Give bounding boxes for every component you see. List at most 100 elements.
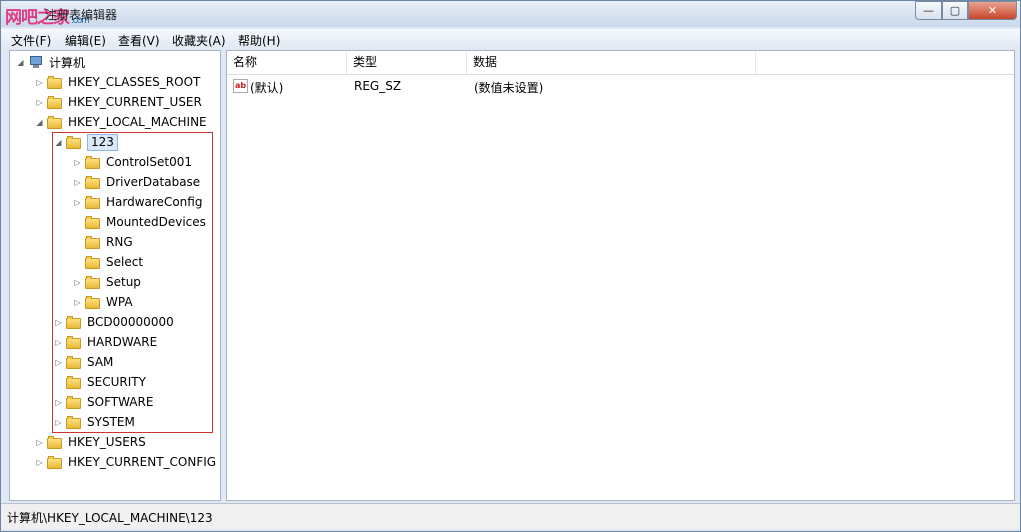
folder-icon [47, 115, 63, 129]
tree-label: Setup [106, 275, 141, 289]
tree-label: SECURITY [87, 375, 146, 389]
close-button[interactable]: ✕ [968, 1, 1017, 20]
tree-label: HKEY_CURRENT_CONFIG [68, 455, 217, 469]
tree-label: SYSTEM [87, 415, 135, 429]
folder-icon [85, 235, 101, 249]
tree-label: BCD00000000 [87, 315, 174, 329]
tree-label: HKEY_CLASSES_ROOT [68, 75, 201, 89]
tree-node-sam[interactable]: ▷ SAM [54, 352, 113, 372]
tree-node-driverdatabase[interactable]: ▷ DriverDatabase [73, 172, 200, 192]
tree-line-icon [73, 238, 82, 247]
computer-icon [28, 55, 44, 69]
tree-node-hku[interactable]: ▷ HKEY_USERS [35, 432, 146, 452]
folder-icon [85, 215, 101, 229]
tree-label: HKEY_CURRENT_USER [68, 95, 202, 109]
folder-icon [66, 395, 82, 409]
window-title: 注册表编辑器 [45, 8, 118, 22]
status-bar: 计算机\HKEY_LOCAL_MACHINE\123 [1, 503, 1020, 529]
expand-arrow-icon[interactable]: ▷ [54, 398, 63, 407]
tree-label: WPA [106, 295, 133, 309]
tree-node-security[interactable]: SECURITY [54, 372, 146, 392]
folder-icon [47, 455, 63, 469]
tree-label: RNG [106, 235, 133, 249]
tree-line-icon [73, 218, 82, 227]
tree-node-hkcr[interactable]: ▷ HKEY_CLASSES_ROOT [35, 72, 200, 92]
menu-file[interactable]: 文件(F) [11, 32, 51, 49]
registry-editor-window: 网吧之家 .com 注册表编辑器 — ▢ ✕ 文件(F) 编辑(E) 查看(V) … [0, 0, 1021, 532]
tree-node-setup[interactable]: ▷ Setup [73, 272, 141, 292]
menu-edit[interactable]: 编辑(E) [65, 32, 106, 49]
tree-node-software[interactable]: ▷ SOFTWARE [54, 392, 153, 412]
collapse-arrow-icon[interactable]: ◢ [54, 138, 63, 147]
expand-arrow-icon[interactable]: ▷ [54, 318, 63, 327]
folder-icon [47, 95, 63, 109]
folder-icon [47, 75, 63, 89]
maximize-icon: ▢ [949, 4, 961, 17]
expand-arrow-icon[interactable]: ▷ [54, 418, 63, 427]
tree-node-123[interactable]: ◢ 123 [54, 132, 118, 152]
tree-node-wpa[interactable]: ▷ WPA [73, 292, 133, 312]
list-row[interactable]: ab (默认) REG_SZ (数值未设置) [227, 77, 1014, 97]
expand-arrow-icon[interactable]: ▷ [35, 98, 44, 107]
expand-arrow-icon[interactable]: ▷ [54, 358, 63, 367]
folder-icon [47, 435, 63, 449]
tree-node-computer[interactable]: ◢ 计算机 [16, 52, 85, 72]
tree-label: HKEY_USERS [68, 435, 146, 449]
column-header-type[interactable]: 类型 [347, 51, 467, 74]
title-bar[interactable]: 网吧之家 .com 注册表编辑器 — ▢ ✕ [1, 1, 1020, 27]
status-path: 计算机\HKEY_LOCAL_MACHINE\123 [7, 511, 213, 525]
tree-label: 计算机 [49, 55, 86, 70]
minimize-icon: — [923, 4, 934, 17]
tree-node-controlset001[interactable]: ▷ ControlSet001 [73, 152, 192, 172]
folder-icon [85, 255, 101, 269]
tree-label: DriverDatabase [106, 175, 201, 189]
minimize-button[interactable]: — [915, 1, 942, 20]
expand-arrow-icon[interactable]: ▷ [35, 438, 44, 447]
expand-arrow-icon[interactable]: ▷ [54, 338, 63, 347]
tree-label: MountedDevices [106, 215, 206, 229]
maximize-button[interactable]: ▢ [942, 1, 968, 20]
folder-icon [66, 375, 82, 389]
tree-node-hardwareconfig[interactable]: ▷ HardwareConfig [73, 192, 202, 212]
menu-favorites[interactable]: 收藏夹(A) [172, 32, 226, 49]
menu-view[interactable]: 查看(V) [118, 32, 160, 49]
tree-node-hkcc[interactable]: ▷ HKEY_CURRENT_CONFIG [35, 452, 216, 472]
folder-icon [85, 275, 101, 289]
menu-help[interactable]: 帮助(H) [238, 32, 280, 49]
tree-node-hardware[interactable]: ▷ HARDWARE [54, 332, 157, 352]
collapse-arrow-icon[interactable]: ◢ [35, 118, 44, 127]
column-header-name[interactable]: 名称 [227, 51, 347, 74]
collapse-arrow-icon[interactable]: ◢ [16, 58, 25, 67]
folder-icon [85, 195, 101, 209]
tree-label-selected: 123 [87, 133, 118, 151]
expand-arrow-icon[interactable]: ▷ [73, 198, 82, 207]
expand-arrow-icon[interactable]: ▷ [73, 158, 82, 167]
expand-arrow-icon[interactable]: ▷ [73, 298, 82, 307]
expand-arrow-icon[interactable]: ▷ [73, 278, 82, 287]
values-list[interactable]: 名称 类型 数据 ab (默认) REG_SZ (数值未设置) [226, 50, 1015, 501]
folder-icon [66, 335, 82, 349]
tree-node-hkcu[interactable]: ▷ HKEY_CURRENT_USER [35, 92, 202, 112]
expand-arrow-icon[interactable]: ▷ [35, 458, 44, 467]
tree-node-bcd[interactable]: ▷ BCD00000000 [54, 312, 174, 332]
folder-icon [66, 315, 82, 329]
tree-node-system[interactable]: ▷ SYSTEM [54, 412, 135, 432]
tree-label: SAM [87, 355, 114, 369]
tree-node-mounteddevices[interactable]: MountedDevices [73, 212, 206, 232]
folder-icon [66, 355, 82, 369]
expand-arrow-icon[interactable]: ▷ [73, 178, 82, 187]
tree-node-select[interactable]: Select [73, 252, 143, 272]
tree-label: HARDWARE [87, 335, 158, 349]
list-header: 名称 类型 数据 [227, 51, 1014, 75]
column-header-data[interactable]: 数据 [467, 51, 756, 74]
expand-arrow-icon[interactable]: ▷ [35, 78, 44, 87]
menu-bar: 文件(F) 编辑(E) 查看(V) 收藏夹(A) 帮助(H) [1, 29, 1020, 49]
value-type: REG_SZ [354, 79, 402, 93]
folder-icon [66, 135, 82, 149]
tree-line-icon [73, 258, 82, 267]
tree-node-hklm[interactable]: ◢ HKEY_LOCAL_MACHINE [35, 112, 206, 132]
tree-label: SOFTWARE [87, 395, 154, 409]
tree-node-rng[interactable]: RNG [73, 232, 133, 252]
tree-label: ControlSet001 [106, 155, 192, 169]
registry-tree[interactable]: ◢ 计算机 ▷ HKEY_CLASSES_ROOT ▷ HKEY_CURRENT… [9, 50, 221, 501]
